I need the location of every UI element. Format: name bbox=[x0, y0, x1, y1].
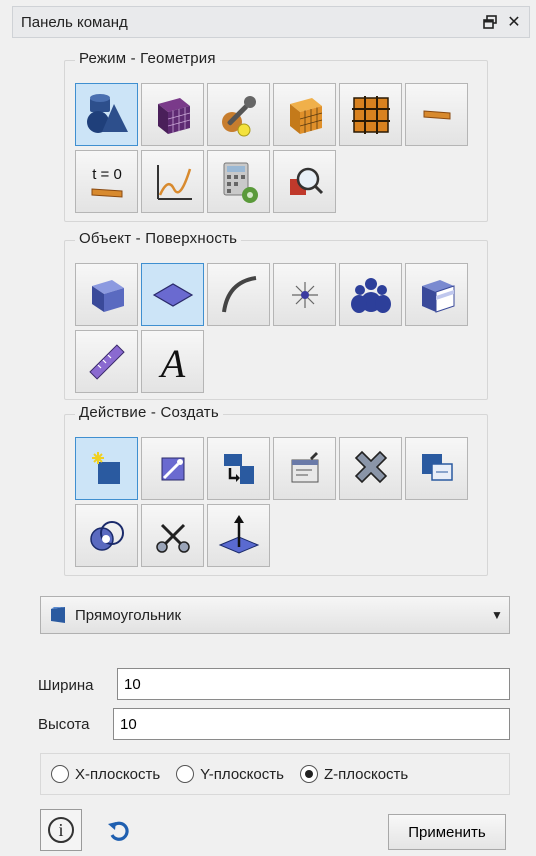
copy-button[interactable] bbox=[405, 437, 468, 500]
mesh-mode-button[interactable] bbox=[141, 83, 204, 146]
width-field[interactable] bbox=[117, 668, 510, 700]
volume-mesh-button[interactable] bbox=[273, 83, 336, 146]
layered-body-icon bbox=[421, 279, 454, 313]
graph-icon bbox=[156, 164, 192, 200]
text-button[interactable]: A bbox=[141, 330, 204, 393]
transform-button[interactable] bbox=[207, 437, 270, 500]
inspect-button[interactable] bbox=[273, 150, 336, 213]
cut-icon bbox=[155, 523, 190, 553]
transform-icon bbox=[223, 453, 254, 484]
radio-z-plane-label: Z-плоскость bbox=[323, 765, 409, 783]
height-field[interactable] bbox=[113, 708, 510, 740]
geometry-mode-icon bbox=[86, 93, 128, 133]
text-tool-label: A bbox=[157, 341, 185, 385]
intersect-icon bbox=[89, 520, 124, 551]
ruler-button[interactable] bbox=[75, 330, 138, 393]
radio-z-plane-dot[interactable] bbox=[299, 765, 318, 783]
close-icon[interactable]: ✕ bbox=[505, 13, 523, 31]
radio-z-plane[interactable]: Z-плоскость bbox=[299, 765, 409, 783]
calculator-icon bbox=[223, 162, 258, 203]
volume-mesh-icon bbox=[289, 97, 322, 134]
radio-y-plane-dot[interactable] bbox=[176, 765, 195, 783]
extrude-button[interactable] bbox=[207, 504, 270, 567]
panel-titlebar: Панель команд ✕ bbox=[12, 6, 530, 38]
copy-icon bbox=[421, 453, 453, 481]
block-mode-button[interactable] bbox=[339, 83, 402, 146]
restore-icon[interactable] bbox=[481, 13, 499, 31]
object-group: Объект - Поверхность A bbox=[64, 230, 488, 400]
info-button[interactable]: i bbox=[40, 809, 82, 851]
intersect-button[interactable] bbox=[75, 504, 138, 567]
solid-body-icon bbox=[91, 279, 124, 312]
surface-button[interactable] bbox=[141, 263, 204, 326]
extrude-icon bbox=[218, 514, 259, 554]
action-group: Действие - Создать bbox=[64, 404, 488, 576]
radio-y-plane-label: Y-плоскость bbox=[200, 765, 284, 783]
chevron-down-icon: ▼ bbox=[491, 608, 503, 622]
mode-group: Режим - Геометрия t = 0 bbox=[64, 50, 488, 222]
width-label: Ширина bbox=[38, 677, 94, 694]
material-button[interactable] bbox=[405, 83, 468, 146]
block-mode-icon bbox=[351, 95, 390, 134]
geometry-mode-button[interactable] bbox=[75, 83, 138, 146]
group-icon bbox=[350, 277, 391, 313]
radio-x-plane[interactable]: X-плоскость bbox=[51, 765, 160, 783]
plane-radio-group: X-плоскость Y-плоскость Z-плоскость bbox=[40, 753, 510, 795]
shape-select[interactable]: Прямоугольник ▼ bbox=[40, 596, 510, 634]
inspect-icon bbox=[289, 167, 323, 195]
delete-icon bbox=[354, 450, 387, 483]
reset-icon bbox=[108, 821, 129, 841]
radio-x-plane-label: X-плоскость bbox=[75, 765, 161, 783]
cut-button[interactable] bbox=[141, 504, 204, 567]
action-group-legend: Действие - Создать bbox=[75, 404, 223, 421]
mode-group-legend: Режим - Геометрия bbox=[75, 50, 220, 67]
text-icon: A bbox=[157, 341, 185, 385]
create-button[interactable] bbox=[75, 437, 138, 500]
delete-button[interactable] bbox=[339, 437, 402, 500]
properties-icon bbox=[291, 451, 318, 482]
layered-body-button[interactable] bbox=[405, 263, 468, 326]
graph-button[interactable] bbox=[141, 150, 204, 213]
time-step-label: t = 0 bbox=[92, 166, 122, 183]
height-label: Высота bbox=[38, 716, 90, 733]
group-button[interactable] bbox=[339, 263, 402, 326]
shape-select-value: Прямоугольник bbox=[75, 606, 182, 624]
ruler-icon bbox=[88, 343, 125, 380]
tools-mode-icon bbox=[221, 95, 256, 136]
panel-title: Панель команд bbox=[21, 13, 128, 31]
edit-button[interactable] bbox=[141, 437, 204, 500]
radio-x-plane-dot[interactable] bbox=[51, 765, 69, 783]
object-group-legend: Объект - Поверхность bbox=[75, 230, 242, 247]
properties-button[interactable] bbox=[273, 437, 336, 500]
time-step-button[interactable]: t = 0 bbox=[75, 150, 138, 213]
tools-mode-button[interactable] bbox=[207, 83, 270, 146]
rectangle-shape-icon bbox=[51, 607, 65, 623]
curve-button[interactable] bbox=[207, 263, 270, 326]
solid-body-button[interactable] bbox=[75, 263, 138, 326]
edit-icon bbox=[161, 457, 184, 480]
create-icon bbox=[91, 451, 120, 484]
surface-icon bbox=[152, 282, 193, 307]
mesh-mode-icon bbox=[157, 97, 190, 134]
reset-button[interactable] bbox=[104, 816, 134, 846]
curve-icon bbox=[221, 275, 256, 312]
calculator-button[interactable] bbox=[207, 150, 270, 213]
time-step-icon: t = 0 bbox=[91, 166, 122, 198]
radio-y-plane[interactable]: Y-плоскость bbox=[176, 765, 284, 783]
point-icon bbox=[291, 281, 318, 308]
info-icon: i bbox=[48, 817, 74, 843]
point-button[interactable] bbox=[273, 263, 336, 326]
material-icon bbox=[423, 109, 450, 120]
apply-button[interactable]: Применить bbox=[388, 814, 506, 850]
